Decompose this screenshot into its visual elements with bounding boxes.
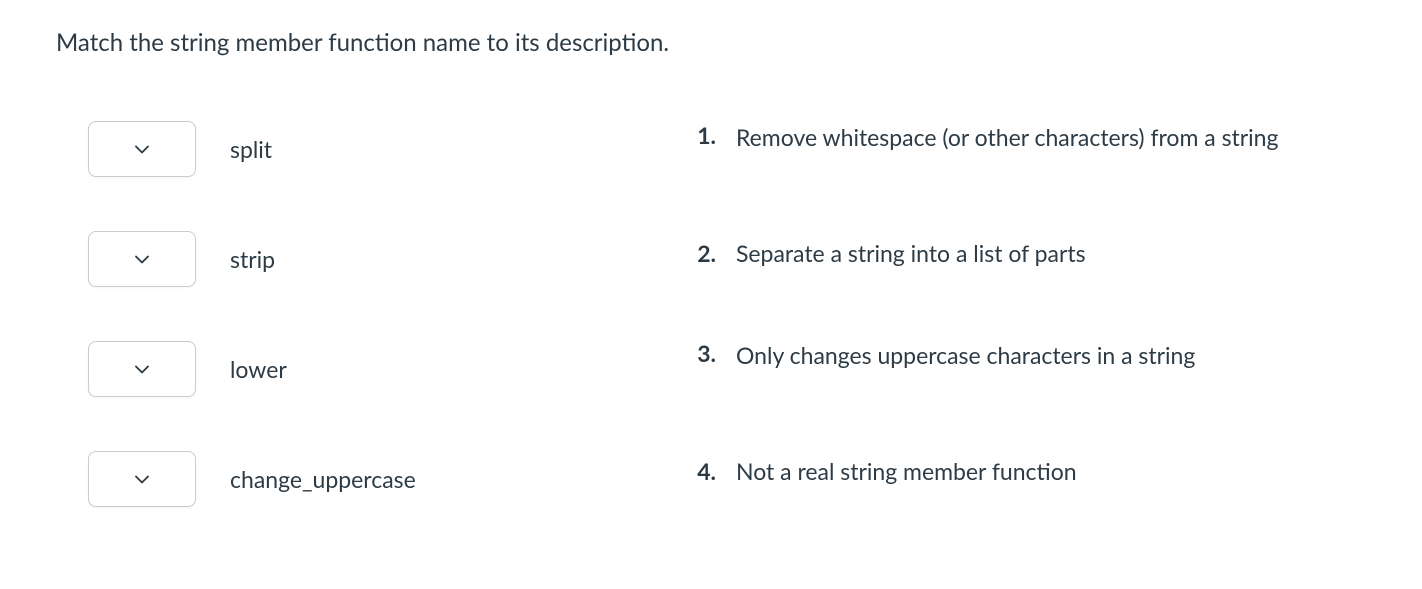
match-dropdown-strip[interactable] [88, 231, 196, 287]
chevron-down-icon [135, 472, 149, 486]
question-prompt: Match the string member function name to… [56, 28, 1366, 57]
chevron-down-icon [135, 362, 149, 376]
match-label: split [230, 135, 272, 163]
match-label: lower [230, 355, 287, 383]
description-number: 1. [676, 121, 716, 149]
description-text: Not a real string member function [736, 455, 1077, 487]
match-item: change_uppercase [88, 451, 616, 507]
match-dropdown-lower[interactable] [88, 341, 196, 397]
description-text: Separate a string into a list of parts [736, 237, 1086, 269]
match-dropdown-split[interactable] [88, 121, 196, 177]
matching-container: split strip lower ch [56, 121, 1366, 561]
description-text: Only changes uppercase characters in a s… [736, 339, 1195, 371]
match-items-column: split strip lower ch [56, 121, 616, 561]
match-label: strip [230, 245, 275, 273]
description-number: 3. [676, 339, 716, 367]
description-number: 2. [676, 239, 716, 267]
description-number: 4. [676, 457, 716, 485]
description-item: 2. Separate a string into a list of part… [676, 225, 1366, 281]
match-dropdown-change-uppercase[interactable] [88, 451, 196, 507]
description-item: 1. Remove whitespace (or other character… [676, 121, 1366, 177]
description-item: 4. Not a real string member function [676, 443, 1366, 499]
description-item: 3. Only changes uppercase characters in … [676, 339, 1366, 395]
match-item: split [88, 121, 616, 177]
chevron-down-icon [135, 252, 149, 266]
match-label: change_uppercase [230, 465, 416, 493]
chevron-down-icon [135, 142, 149, 156]
match-item: lower [88, 341, 616, 397]
description-text: Remove whitespace (or other characters) … [736, 121, 1278, 153]
descriptions-column: 1. Remove whitespace (or other character… [656, 121, 1366, 561]
match-item: strip [88, 231, 616, 287]
